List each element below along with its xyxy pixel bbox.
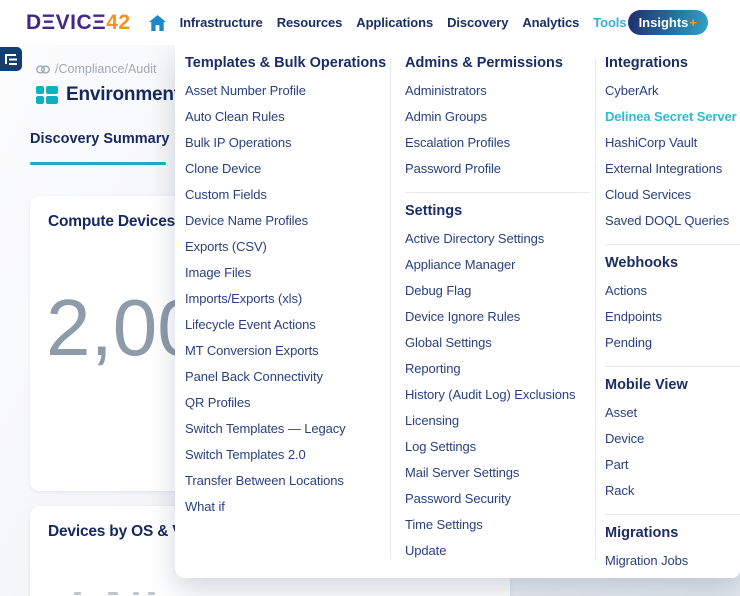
menu-section-header: Integrations [605,55,740,72]
menu-item[interactable]: History (Audit Log) Exclusions [405,382,590,408]
chart-fragment [74,592,81,595]
menu-section-header: Admins & Permissions [405,55,590,72]
tools-dropdown-menu: Templates & Bulk Operations Asset Number … [175,45,740,578]
menu-item[interactable]: Bulk IP Operations [185,130,385,156]
nav-item-resources[interactable]: Resources [277,15,343,30]
menu-section-header: Mobile View [605,377,740,394]
menu-item[interactable]: Reporting [405,356,590,382]
menu-item[interactable]: Administrators [405,78,590,104]
menu-item[interactable]: Admin Groups [405,104,590,130]
menu-item[interactable]: Image Files [185,260,385,286]
tree-view-icon [4,53,18,66]
menu-item[interactable]: Part [605,452,740,478]
menu-item[interactable]: Escalation Profiles [405,130,590,156]
menu-item[interactable]: Lifecycle Event Actions [185,312,385,338]
menu-item[interactable]: Actions [605,278,740,304]
menu-item[interactable]: Debug Flag [405,278,590,304]
menu-item[interactable]: Asset Number Profile [185,78,385,104]
page-title-row: Environment [36,84,180,106]
logo-text-device: DΞVICΞ [26,11,106,34]
menu-item[interactable]: Migration Jobs [605,548,740,574]
column-divider [595,59,596,559]
menu-column-1: Templates & Bulk Operations Asset Number … [185,55,385,520]
active-tab-indicator [30,162,166,165]
menu-section-header: Webhooks [605,255,740,272]
menu-item[interactable]: Asset [605,400,740,426]
tab-discovery-summary[interactable]: Discovery Summary [30,131,169,147]
logo-text-42: 42 [106,11,130,34]
menu-item[interactable]: Password Profile [405,156,590,182]
menu-item[interactable]: Cloud Services [605,182,740,208]
menu-item[interactable]: Custom Fields [185,182,385,208]
link-icon [36,65,50,74]
menu-item[interactable]: Update [405,538,590,564]
main-nav: Infrastructure Resources Applications Disco… [180,15,627,30]
nav-item-applications[interactable]: Applications [356,15,433,30]
menu-item[interactable]: Auto Clean Rules [185,104,385,130]
menu-item[interactable]: Device [605,426,740,452]
menu-item[interactable]: Panel Back Connectivity [185,364,385,390]
menu-section-header: Migrations [605,525,740,542]
menu-item[interactable]: Transfer Between Locations [185,468,385,494]
breadcrumb-path: /Compliance/Audit [55,62,156,76]
menu-item[interactable]: External Integrations [605,156,740,182]
menu-section-divider [605,514,740,515]
menu-item[interactable]: Switch Templates — Legacy [185,416,385,442]
menu-item[interactable]: What if [185,494,385,520]
modules-grid-icon [36,86,58,104]
menu-item[interactable]: Clone Device [185,156,385,182]
menu-column-3: Integrations CyberArkDelinea Secret Serve… [605,55,740,574]
menu-section-header: Settings [405,203,590,220]
insights-label: Insights [639,15,689,30]
nav-item-discovery[interactable]: Discovery [447,15,508,30]
menu-item[interactable]: HashiCorp Vault [605,130,740,156]
menu-item[interactable]: Active Directory Settings [405,226,590,252]
device42-logo[interactable]: DΞVICΞ42 [26,11,131,35]
card-title: Compute Devices [48,213,175,231]
menu-item[interactable]: Endpoints [605,304,740,330]
insights-plus-icon: + [689,15,697,30]
menu-item[interactable]: CyberArk [605,78,740,104]
menu-item[interactable]: Rack [605,478,740,504]
nav-item-analytics[interactable]: Analytics [522,15,579,30]
menu-item[interactable]: Licensing [405,408,590,434]
nav-item-infrastructure[interactable]: Infrastructure [180,15,263,30]
menu-section-divider [605,366,740,367]
insights-button[interactable]: Insights + [628,10,708,35]
menu-item[interactable]: Delinea Secret Server [605,104,740,130]
menu-item[interactable]: Switch Templates 2.0 [185,442,385,468]
column-divider [390,59,391,559]
menu-item[interactable]: Pending [605,330,740,356]
menu-item[interactable]: Device Name Profiles [185,208,385,234]
menu-item[interactable]: MT Conversion Exports [185,338,385,364]
menu-item[interactable]: Exports (CSV) [185,234,385,260]
chart-fragment [148,592,155,595]
menu-item[interactable]: Global Settings [405,330,590,356]
sidebar-toggle-button[interactable] [0,47,22,71]
menu-item[interactable]: Imports/Exports (xls) [185,286,385,312]
menu-item[interactable]: Appliance Manager [405,252,590,278]
menu-item[interactable]: Password Security [405,486,590,512]
breadcrumb[interactable]: /Compliance/Audit [36,62,156,76]
chart-fragment [133,592,139,595]
menu-item[interactable]: Mail Server Settings [405,460,590,486]
menu-item[interactable]: Device Ignore Rules [405,304,590,330]
menu-column-2: Admins & Permissions AdministratorsAdmin … [405,55,590,564]
menu-item[interactable]: Time Settings [405,512,590,538]
menu-item[interactable]: Saved DOQL Queries [605,208,740,234]
menu-section-divider [405,192,590,193]
nav-item-tools[interactable]: Tools [593,15,626,30]
home-icon[interactable] [149,15,166,31]
menu-item[interactable]: Log Settings [405,434,590,460]
menu-item[interactable]: QR Profiles [185,390,385,416]
chart-fragment [108,592,118,595]
menu-section-header: Templates & Bulk Operations [185,55,385,72]
page-title: Environment [66,84,180,106]
menu-section-divider [605,244,740,245]
top-navbar: DΞVICΞ42 Infrastructure Resources Applicat… [0,0,740,45]
